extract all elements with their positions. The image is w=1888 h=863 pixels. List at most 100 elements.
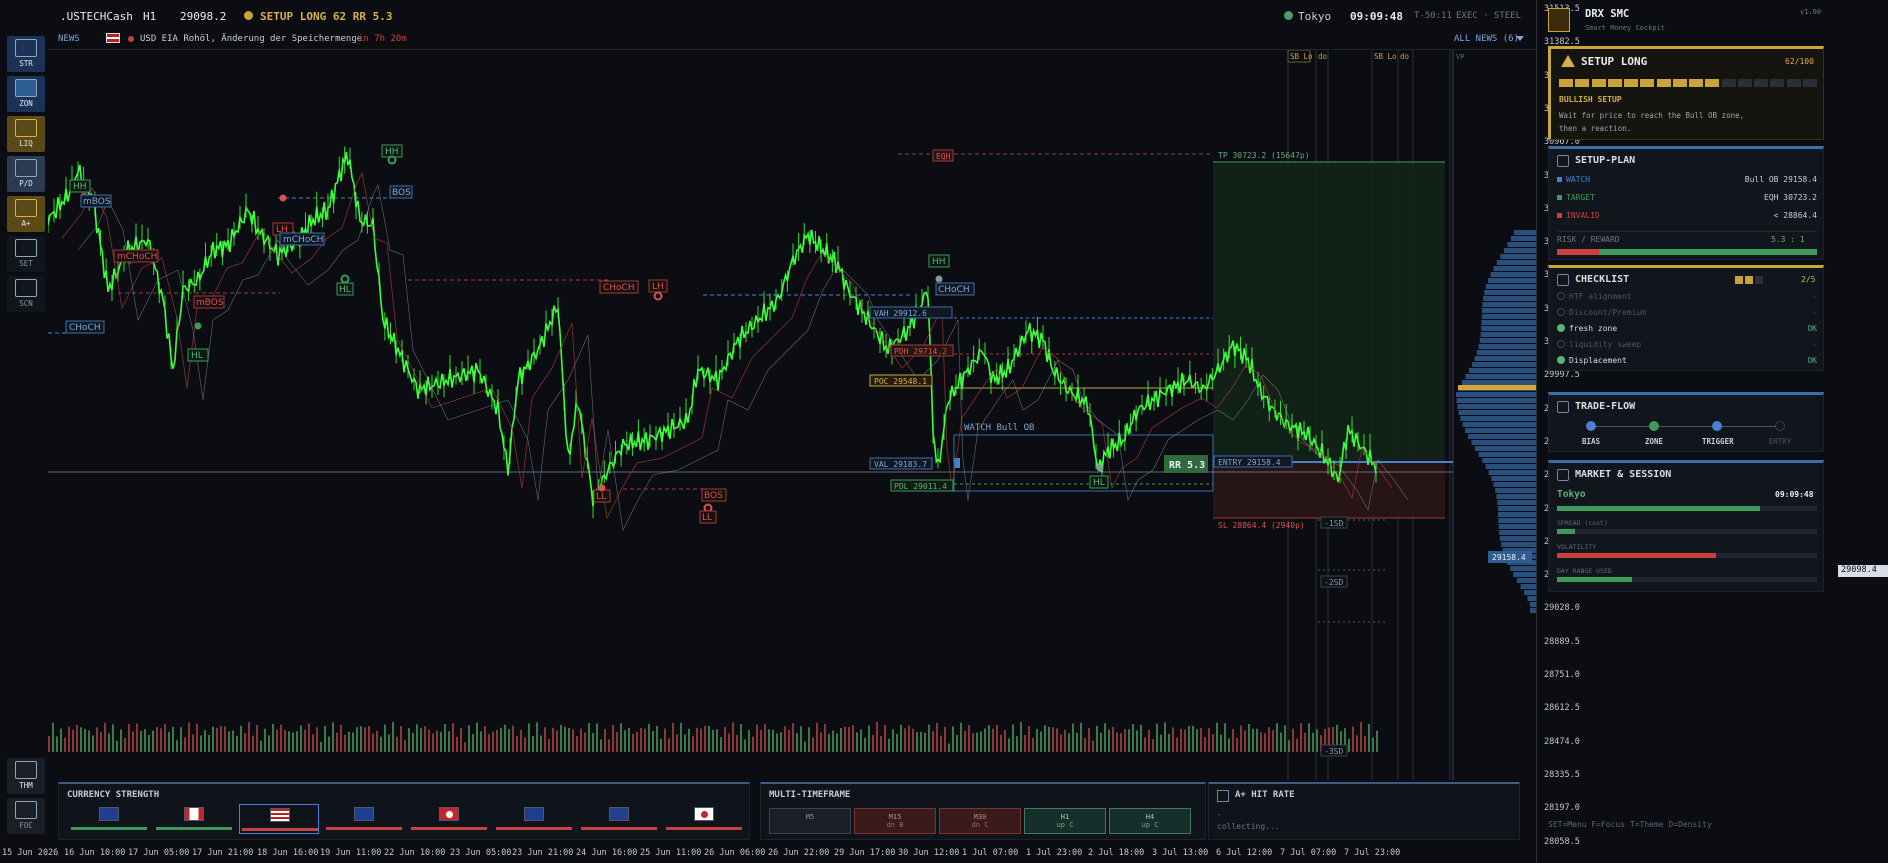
market-card[interactable]: MARKET & SESSION Tokyo 09:09:48 SPREAD (… bbox=[1548, 460, 1824, 592]
volume-bar bbox=[128, 723, 130, 752]
volume-bar bbox=[396, 736, 398, 752]
volume-bar bbox=[1116, 732, 1118, 752]
news-event[interactable]: USD EIA Rohöl, Änderung der Speichermeng… bbox=[140, 34, 362, 44]
mtf-cell-m30[interactable]: M30 dn C bbox=[939, 808, 1021, 834]
volume-bar bbox=[492, 731, 494, 752]
setup-card[interactable]: SETUP LONG 62/100 BULLISH SETUP Wait for… bbox=[1548, 46, 1824, 140]
mtf-cell-h4[interactable]: H4 up C bbox=[1109, 808, 1191, 834]
tool-label: THM bbox=[19, 781, 33, 790]
volume-bar bbox=[1220, 734, 1222, 752]
volume-bar bbox=[844, 726, 846, 752]
sb-label-1b: do bbox=[1318, 52, 1328, 61]
currency-cell[interactable] bbox=[494, 804, 574, 834]
volume-bar bbox=[440, 731, 442, 752]
currency-cell[interactable] bbox=[579, 804, 659, 834]
check-label: liquidity sweep bbox=[1569, 340, 1642, 349]
volume-bar bbox=[596, 723, 598, 752]
volume-bar bbox=[744, 739, 746, 752]
tool-scanner[interactable]: SCN bbox=[7, 276, 45, 312]
volume-bar bbox=[936, 722, 938, 752]
volume-bar bbox=[1120, 733, 1122, 752]
entry-price-tag: 29158.4 bbox=[1492, 553, 1526, 562]
price-chart[interactable]: SB Lo do SB Lo do VP TP 30723.2 (15647p)… bbox=[48, 50, 1536, 780]
check-label: Displacement bbox=[1569, 356, 1627, 365]
currency-cell[interactable] bbox=[664, 804, 744, 834]
volume-bar bbox=[1172, 727, 1174, 752]
volume-bar bbox=[988, 725, 990, 752]
liquidity-icon bbox=[15, 119, 37, 137]
volume-bar bbox=[196, 723, 198, 752]
currency-cell[interactable] bbox=[154, 804, 234, 834]
tool-structure[interactable]: STR bbox=[7, 36, 45, 72]
check-empty-icon bbox=[1557, 340, 1565, 348]
volume-bar bbox=[1348, 738, 1350, 752]
tool-theme[interactable]: THM bbox=[7, 758, 45, 794]
sl-zone[interactable] bbox=[1213, 462, 1445, 518]
trade-flow-card[interactable]: TRADE-FLOW BIAS ZONE TRIGGER ENTRY bbox=[1548, 392, 1824, 452]
profile-bar bbox=[1471, 440, 1536, 445]
all-news-button[interactable]: ALL NEWS (6) bbox=[1454, 34, 1519, 44]
volume-bar bbox=[568, 727, 570, 752]
currency-cell[interactable] bbox=[69, 804, 149, 834]
chevron-down-icon[interactable] bbox=[1516, 36, 1524, 41]
tool-a-plus[interactable]: A+ bbox=[7, 196, 45, 232]
currency-cell[interactable] bbox=[324, 804, 404, 834]
score-segment bbox=[1656, 79, 1671, 87]
tool-zones[interactable]: ZON bbox=[7, 76, 45, 112]
check-status: OK bbox=[1807, 324, 1817, 333]
tool-label: SET bbox=[19, 259, 33, 268]
volume-bar bbox=[672, 722, 674, 752]
volume-bar bbox=[1360, 722, 1362, 752]
volume-bar bbox=[148, 734, 150, 752]
tp-zone[interactable] bbox=[1213, 162, 1445, 462]
volume-bar bbox=[436, 730, 438, 752]
volume-bar bbox=[260, 740, 262, 752]
time-tick: 26 Jun 22:00 bbox=[768, 848, 830, 858]
hh-label-2: HH bbox=[385, 147, 399, 157]
news-label[interactable]: NEWS bbox=[58, 34, 80, 44]
volume-bar bbox=[584, 732, 586, 752]
swing-dot bbox=[194, 322, 202, 330]
volume-bar bbox=[956, 734, 958, 752]
mtf-cell-m5[interactable]: M5 bbox=[769, 808, 851, 834]
currency-cell[interactable] bbox=[239, 804, 319, 834]
volume-bar bbox=[1000, 734, 1002, 752]
profile-bar bbox=[1481, 326, 1536, 331]
time-axis[interactable]: 15 Jun 2026 16 Jun 10:00 17 Jun 05:00 17 Ju… bbox=[0, 845, 1540, 863]
timeframe-label[interactable]: H1 bbox=[143, 10, 156, 23]
axis-divider bbox=[1536, 0, 1537, 863]
symbol-label[interactable]: .USTECHCash bbox=[60, 10, 133, 23]
usd-flag-icon bbox=[270, 808, 290, 822]
volume-bar bbox=[188, 722, 190, 752]
volume-bar bbox=[184, 737, 186, 752]
mtf-cell-h1[interactable]: H1 up C bbox=[1024, 808, 1106, 834]
volume-bar bbox=[332, 722, 334, 752]
currency-cell[interactable] bbox=[409, 804, 489, 834]
volume-bar bbox=[412, 732, 414, 752]
volume-bar bbox=[860, 729, 862, 752]
exec-mode[interactable]: EXEC · STEEL bbox=[1456, 11, 1521, 21]
volume-bar bbox=[1144, 737, 1146, 752]
tool-focus[interactable]: FOC bbox=[7, 798, 45, 834]
volume-bar bbox=[476, 722, 478, 752]
currency-strength-panel[interactable]: CURRENCY STRENGTH bbox=[58, 782, 750, 840]
tool-premium-discount[interactable]: P/D bbox=[7, 156, 45, 192]
time-tick: 7 Jul 07:00 bbox=[1280, 848, 1337, 858]
profile-bar bbox=[1483, 296, 1536, 301]
hit-rate-panel[interactable]: A+ HIT RATE - collecting... bbox=[1208, 782, 1520, 840]
volume-bar bbox=[208, 734, 210, 752]
setup-plan-card[interactable]: SETUP-PLAN WATCH Bull OB 29158.4 TARGET EQH… bbox=[1548, 146, 1824, 260]
swing-dot bbox=[935, 275, 943, 283]
volume-bar bbox=[52, 722, 54, 752]
tool-liquidity[interactable]: LIQ bbox=[7, 116, 45, 152]
volume-bar bbox=[132, 731, 134, 752]
tool-settings[interactable]: SET bbox=[7, 236, 45, 272]
mtf-cell-m15[interactable]: M15 dn B bbox=[854, 808, 936, 834]
mtf-panel[interactable]: MULTI-TIMEFRAME M5 M15 dn B M30 dn C H1 up C H4… bbox=[760, 782, 1206, 840]
a-plus-icon bbox=[15, 199, 37, 217]
volume-bar bbox=[508, 729, 510, 752]
clock-label: 09:09:48 bbox=[1350, 10, 1403, 23]
volume-bar bbox=[1140, 724, 1142, 752]
profile-bar bbox=[1516, 578, 1536, 583]
checklist-card[interactable]: CHECKLIST 2/5 HTF alignment - Discount/Pre… bbox=[1548, 265, 1824, 371]
